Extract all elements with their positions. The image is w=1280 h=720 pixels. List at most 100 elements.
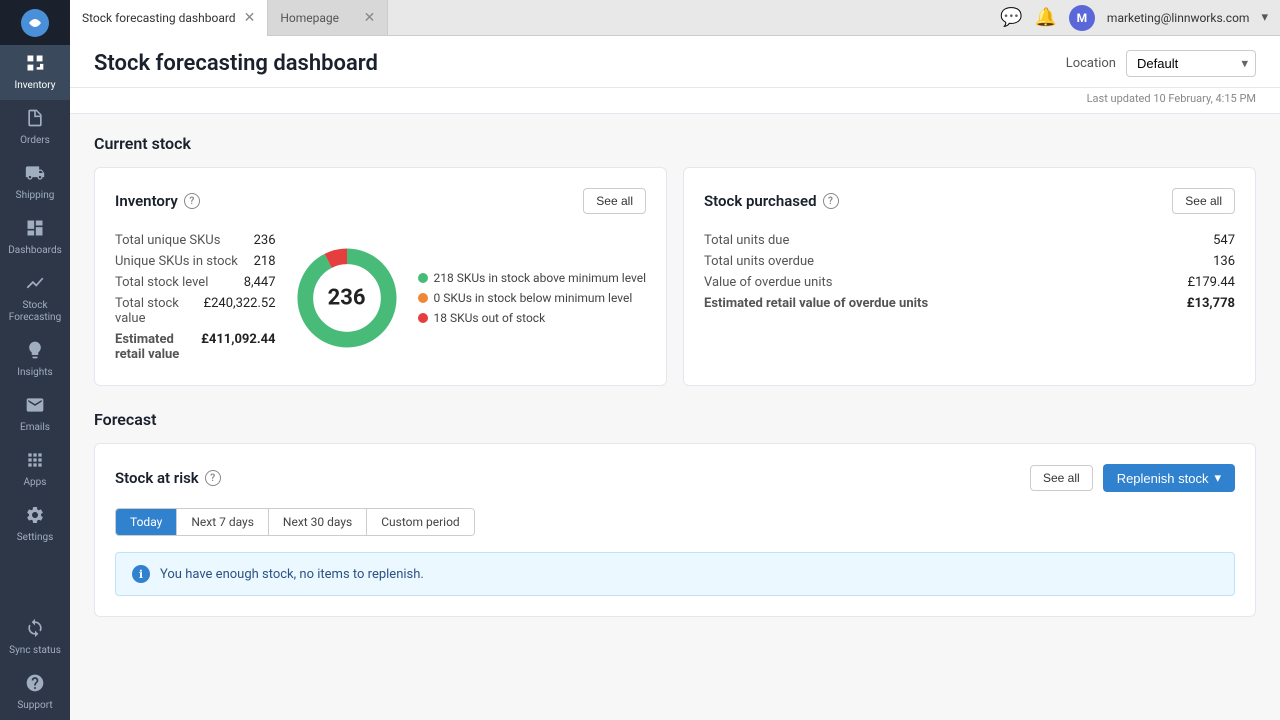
- sidebar-item-settings-label: Settings: [17, 532, 54, 544]
- orders-icon: [25, 108, 45, 132]
- forecast-card-header: Stock at risk ? See all Replenish stock …: [115, 464, 1235, 492]
- info-banner: ℹ You have enough stock, no items to rep…: [115, 552, 1235, 596]
- legend-item-orange: 0 SKUs in stock below minimum level: [418, 291, 646, 305]
- stat-row-total-units-due: Total units due 547: [704, 230, 1235, 251]
- sidebar-item-emails[interactable]: Emails: [0, 387, 70, 442]
- stat-label-bold: Estimated retail value: [115, 332, 201, 362]
- inventory-stats: Total unique SKUs 236 Unique SKUs in sto…: [115, 230, 276, 365]
- inventory-card: Inventory ? See all Total unique SKUs 23…: [94, 167, 667, 386]
- stat-row-unique-skus-in-stock: Unique SKUs in stock 218: [115, 251, 276, 272]
- sidebar-item-stock-forecasting-label: Stock Forecasting: [4, 300, 66, 324]
- stat-value: £240,322.52: [204, 296, 276, 326]
- sidebar-item-support-label: Support: [17, 700, 52, 712]
- stat-row-value-overdue-units: Value of overdue units £179.44: [704, 272, 1235, 293]
- inventory-info-icon[interactable]: ?: [184, 193, 200, 209]
- tab-homepage[interactable]: Homepage ✕: [268, 0, 388, 35]
- stock-at-risk-info-icon[interactable]: ?: [205, 470, 221, 486]
- content-body: Current stock Inventory ? See all: [70, 114, 1280, 637]
- stock-purchased-info-icon[interactable]: ?: [823, 193, 839, 209]
- stat-value-bold: £411,092.44: [201, 332, 275, 362]
- location-select[interactable]: Default: [1126, 50, 1256, 77]
- replenish-stock-button[interactable]: Replenish stock ▾: [1103, 464, 1235, 492]
- sidebar-item-orders[interactable]: Orders: [0, 100, 70, 155]
- tab-homepage-close[interactable]: ✕: [364, 11, 376, 25]
- sidebar-item-apps-label: Apps: [24, 477, 47, 489]
- notification-bell-icon[interactable]: 🔔: [1035, 7, 1057, 28]
- stock-purchased-card: Stock purchased ? See all Total units du…: [683, 167, 1256, 386]
- page-title: Stock forecasting dashboard: [94, 51, 1066, 76]
- user-chevron-icon[interactable]: ▾: [1261, 10, 1268, 25]
- tab-stock-forecasting[interactable]: Stock forecasting dashboard ✕: [70, 0, 268, 36]
- legend-label-red: 18 SKUs out of stock: [434, 311, 546, 325]
- donut-chart: 236: [292, 243, 402, 353]
- insights-icon: [25, 340, 45, 364]
- location-area: Location Default: [1066, 50, 1256, 77]
- stat-row-total-stock-level: Total stock level 8,447: [115, 272, 276, 293]
- donut-legend: 218 SKUs in stock above minimum level 0 …: [418, 271, 646, 325]
- sidebar-item-apps[interactable]: Apps: [0, 442, 70, 497]
- inventory-see-all-button[interactable]: See all: [583, 188, 646, 214]
- stat-label: Total stock level: [115, 275, 208, 290]
- notification-chat-icon[interactable]: 💬: [1000, 7, 1022, 28]
- stat-value: £179.44: [1187, 275, 1235, 290]
- stat-label: Total stock value: [115, 296, 204, 326]
- emails-icon: [25, 395, 45, 419]
- legend-dot-orange: [418, 293, 428, 303]
- user-email: marketing@linnworks.com: [1107, 11, 1250, 25]
- sidebar-item-sync-status[interactable]: Sync status: [0, 610, 70, 665]
- inventory-card-header: Inventory ? See all: [115, 188, 646, 214]
- period-tab-7days[interactable]: Next 7 days: [177, 509, 269, 535]
- stock-at-risk-title-text: Stock at risk: [115, 469, 199, 487]
- forecast-card: Stock at risk ? See all Replenish stock …: [94, 443, 1256, 617]
- info-banner-icon: ℹ: [132, 565, 150, 583]
- tab-stock-forecasting-close[interactable]: ✕: [244, 11, 256, 25]
- legend-item-green: 218 SKUs in stock above minimum level: [418, 271, 646, 285]
- settings-icon: [25, 505, 45, 529]
- sidebar-item-dashboards-label: Dashboards: [8, 245, 62, 257]
- stat-row-total-units-overdue: Total units overdue 136: [704, 251, 1235, 272]
- period-tab-custom[interactable]: Custom period: [367, 509, 473, 535]
- location-label: Location: [1066, 56, 1116, 71]
- inventory-title-text: Inventory: [115, 192, 178, 210]
- stat-label: Total units overdue: [704, 254, 814, 269]
- stat-label: Unique SKUs in stock: [115, 254, 238, 269]
- current-stock-title: Current stock: [94, 134, 1256, 153]
- stat-value: 218: [254, 254, 276, 269]
- support-icon: [25, 673, 45, 697]
- stat-row-estimated-retail-value: Estimated retail value £411,092.44: [115, 329, 276, 365]
- info-banner-message: You have enough stock, no items to reple…: [160, 567, 424, 582]
- content-area: Stock forecasting dashboard Location Def…: [70, 36, 1280, 720]
- forecast-actions: See all Replenish stock ▾: [1030, 464, 1235, 492]
- legend-label-green: 218 SKUs in stock above minimum level: [434, 271, 646, 285]
- sidebar-item-sync-label: Sync status: [9, 645, 61, 657]
- sidebar-item-stock-forecasting[interactable]: Stock Forecasting: [0, 265, 70, 332]
- sidebar-item-inventory[interactable]: Inventory: [0, 45, 70, 100]
- sidebar-item-shipping[interactable]: Shipping: [0, 155, 70, 210]
- apps-icon: [25, 450, 45, 474]
- stock-purchased-see-all-button[interactable]: See all: [1172, 188, 1235, 214]
- cards-row: Inventory ? See all Total unique SKUs 23…: [94, 167, 1256, 386]
- legend-label-orange: 0 SKUs in stock below minimum level: [434, 291, 633, 305]
- page-header: Stock forecasting dashboard Location Def…: [70, 36, 1280, 88]
- sidebar-item-support[interactable]: Support: [0, 665, 70, 720]
- last-updated: Last updated 10 February, 4:15 PM: [70, 88, 1280, 114]
- stock-purchased-card-header: Stock purchased ? See all: [704, 188, 1235, 214]
- period-tab-30days[interactable]: Next 30 days: [269, 509, 367, 535]
- legend-dot-green: [418, 273, 428, 283]
- stat-value: 547: [1213, 233, 1235, 248]
- sidebar-item-dashboards[interactable]: Dashboards: [0, 210, 70, 265]
- donut-area: 236 218 SKUs in stock above minimum leve…: [292, 243, 646, 353]
- period-tab-today[interactable]: Today: [116, 509, 177, 535]
- stat-label: Total units due: [704, 233, 789, 248]
- sidebar-item-settings[interactable]: Settings: [0, 497, 70, 552]
- donut-total-number: 236: [328, 285, 366, 310]
- location-select-wrapper: Default: [1126, 50, 1256, 77]
- tabbar-actions: 💬 🔔 M marketing@linnworks.com ▾: [1000, 0, 1280, 35]
- replenish-chevron-icon: ▾: [1214, 470, 1221, 486]
- stat-row-total-unique-skus: Total unique SKUs 236: [115, 230, 276, 251]
- forecast-see-all-button[interactable]: See all: [1030, 465, 1093, 491]
- stat-value-bold: £13,778: [1187, 296, 1235, 311]
- stat-value: 8,447: [244, 275, 276, 290]
- stat-label: Value of overdue units: [704, 275, 832, 290]
- sidebar-item-insights[interactable]: Insights: [0, 332, 70, 387]
